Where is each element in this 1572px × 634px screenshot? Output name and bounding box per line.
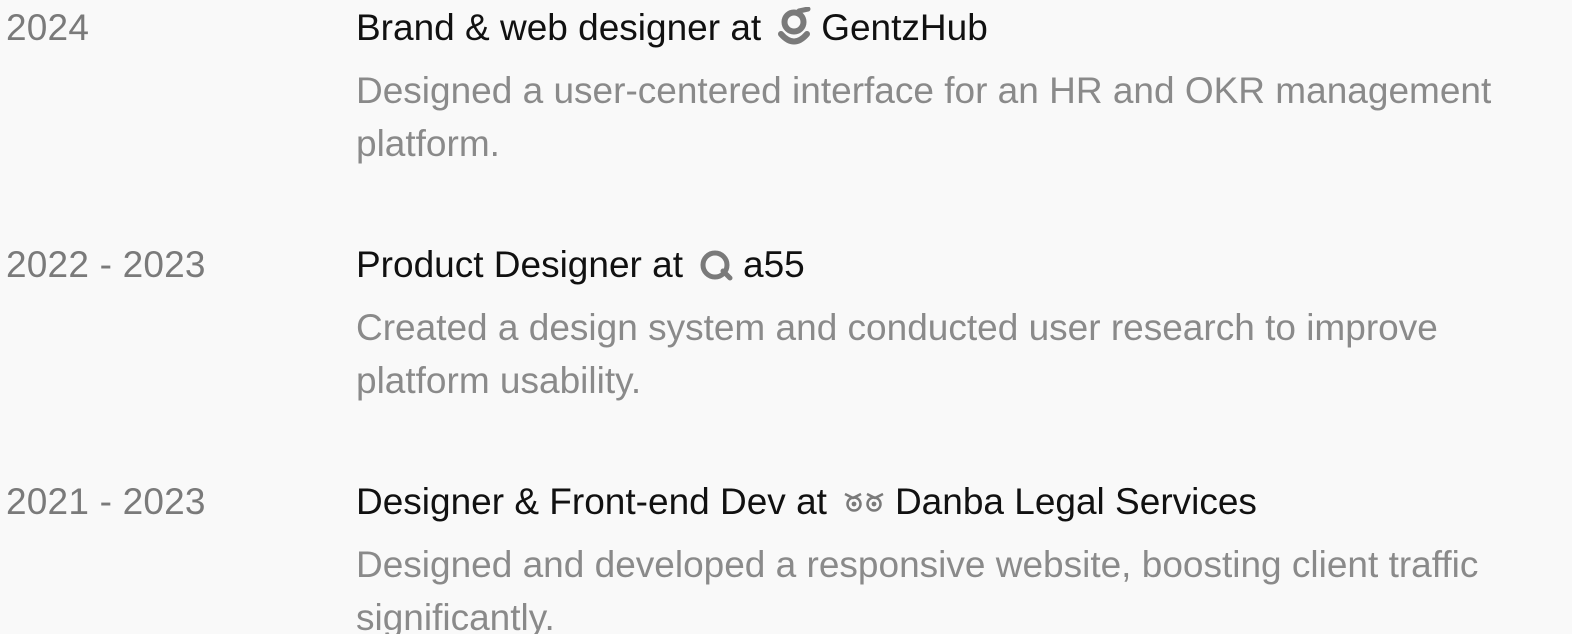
description-line: Created a design system and conducted us… — [356, 307, 1438, 348]
company-name: Danba Legal Services — [894, 481, 1257, 522]
experience-heading: Designer & Front-end Dev at Danba Legal … — [356, 480, 1572, 524]
experience-description: Designed and developed a responsive webs… — [356, 538, 1572, 634]
experience-role: Brand & web designer at — [356, 7, 762, 48]
a55-logo-icon — [699, 247, 733, 283]
description-line: platform. — [356, 123, 500, 164]
company-name: GentzHub — [821, 7, 988, 48]
experience-content: Product Designer at a55 Created a design… — [356, 243, 1572, 407]
experience-years: 2021 - 2023 — [6, 481, 206, 522]
description-line: platform usability. — [356, 360, 642, 401]
experience-years: 2022 - 2023 — [6, 244, 206, 285]
danba-owl-logo-icon — [843, 490, 885, 514]
company-name: a55 — [743, 244, 805, 285]
experience-heading: Product Designer at a55 — [356, 243, 1572, 287]
experience-role: Designer & Front-end Dev at — [356, 481, 827, 522]
experience-description: Created a design system and conducted us… — [356, 301, 1572, 407]
experience-description: Designed a user-centered interface for a… — [356, 64, 1572, 170]
description-line: Designed and developed a responsive webs… — [356, 544, 1479, 585]
gentzhub-logo-icon — [777, 7, 811, 49]
description-line: significantly. — [356, 597, 555, 634]
experience-role: Product Designer at — [356, 244, 684, 285]
experience-timeline: 2024 Brand & web designer at GentzHub De… — [0, 0, 1572, 634]
experience-content: Brand & web designer at GentzHub Designe… — [356, 6, 1572, 170]
description-line: Designed a user-centered interface for a… — [356, 70, 1492, 111]
experience-heading: Brand & web designer at GentzHub — [356, 6, 1572, 50]
experience-years: 2024 — [6, 7, 90, 48]
experience-content: Designer & Front-end Dev at Danba Legal … — [356, 480, 1572, 634]
